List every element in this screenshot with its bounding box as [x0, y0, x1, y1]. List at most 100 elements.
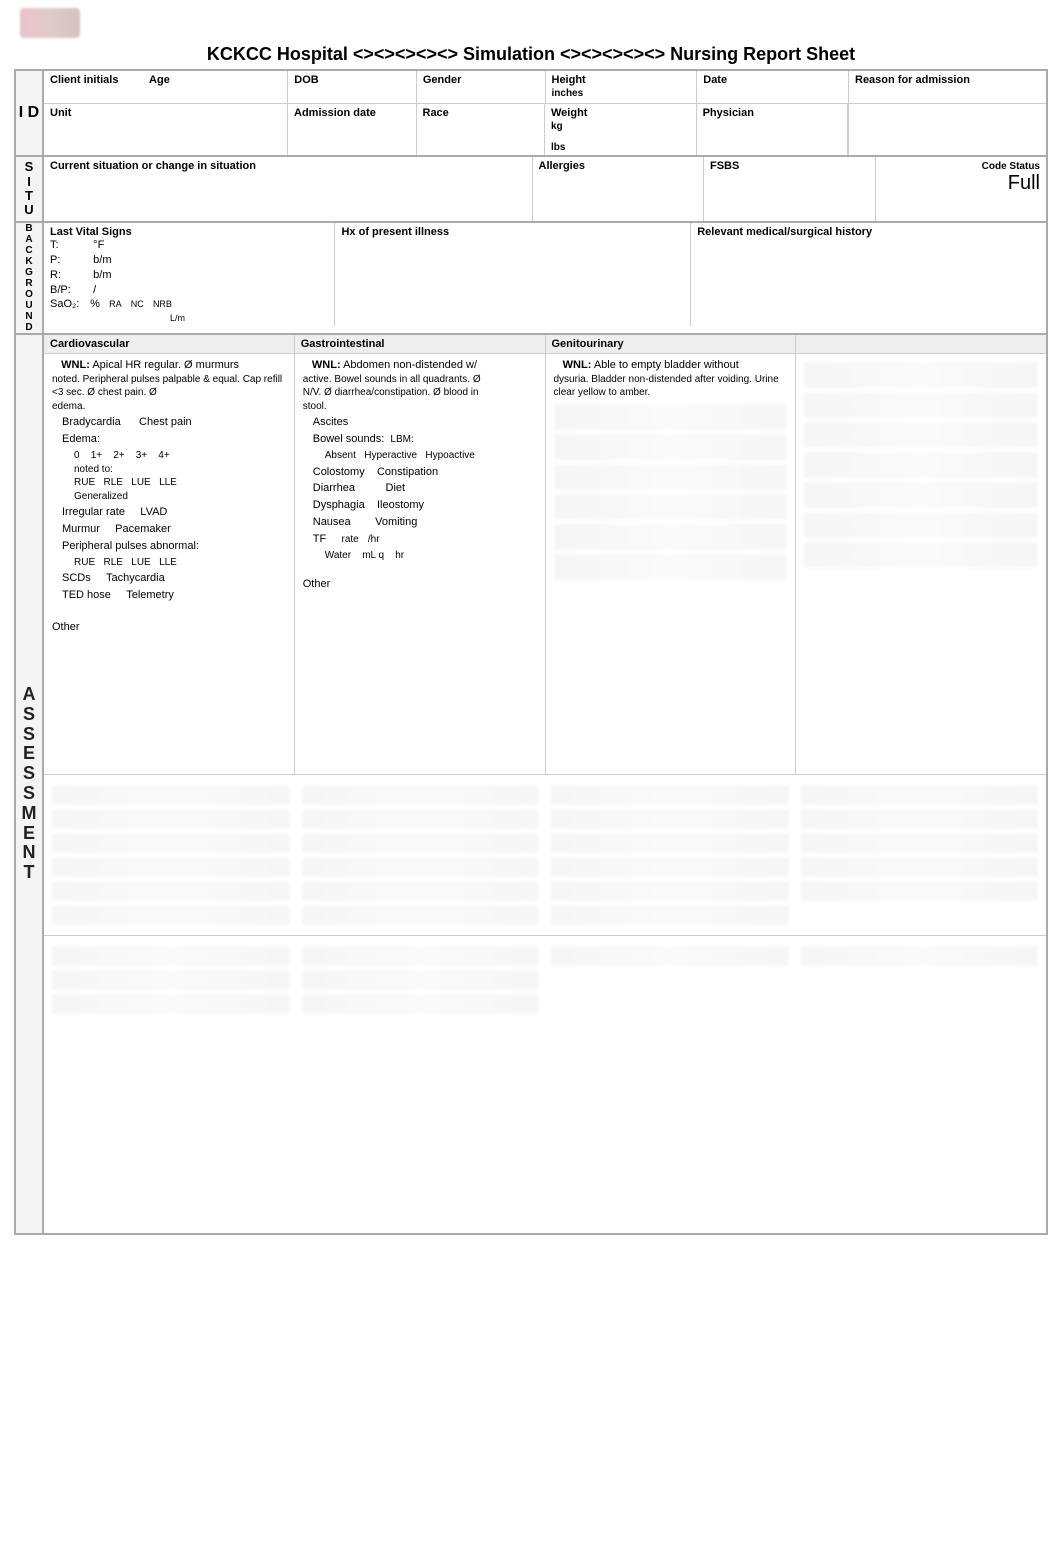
label-race: Race	[423, 107, 449, 119]
bs-hyper: Hyperactive	[364, 450, 417, 461]
label-relevant: Relevant medical/surgical history	[697, 226, 872, 238]
opt-edema: Edema:	[62, 432, 286, 447]
situ-section: SITU Current situation or change in situ…	[16, 155, 1046, 221]
field-dob[interactable]: DOB	[288, 71, 417, 103]
label-height: Height	[552, 74, 586, 86]
pp-rle: RLE	[103, 557, 122, 568]
page-title: KCKCC Hospital <><><><><> Simulation <><…	[0, 38, 1062, 69]
loc-lle: LLE	[159, 477, 177, 488]
label-height-unit: inches	[552, 88, 691, 99]
label-weight-lbs: lbs	[551, 142, 690, 153]
field-last-vitals[interactable]: Last Vital Signs T: °F P: b/m R: b/m B/P…	[44, 223, 335, 326]
label-date: Date	[703, 74, 727, 86]
col-blank[interactable]	[796, 354, 1046, 774]
cv-wnl: Apical HR regular. Ø murmurs	[92, 359, 239, 371]
label-last-vitals: Last Vital Signs	[50, 226, 328, 238]
lower-section-2	[44, 935, 1046, 1075]
redacted-content	[804, 512, 1038, 538]
opt-vomiting: Vomiting	[375, 516, 417, 528]
field-fsbs[interactable]: FSBS	[704, 157, 876, 221]
field-race[interactable]: Race	[417, 104, 546, 155]
label-fsbs: FSBS	[710, 160, 739, 172]
tf-mlq: mL q	[362, 550, 384, 561]
label-physician: Physician	[703, 107, 754, 119]
unit-pulse: b/m	[93, 254, 111, 266]
id-section: I D Client initials Age DOB Gender Heigh…	[16, 69, 1046, 155]
opt-murmur: Murmur	[62, 523, 100, 535]
opt-telemetry: Telemetry	[126, 589, 174, 601]
field-current-situation[interactable]: Current situation or change in situation	[44, 157, 533, 221]
gi-other: Other	[303, 577, 537, 592]
edema-2: 2+	[113, 450, 124, 461]
field-admission-date[interactable]: Admission date	[288, 104, 417, 155]
assessment-section: ASSESSMENT Cardiovascular Gastrointestin…	[16, 333, 1046, 1233]
field-relevant-history[interactable]: Relevant medical/surgical history	[691, 223, 1046, 326]
section-label-id: I D	[16, 71, 44, 155]
label-code-status: Code Status	[982, 161, 1040, 172]
edema-0: 0	[74, 450, 80, 461]
label-admission-date: Admission date	[294, 107, 376, 119]
opt-ted: TED hose	[62, 589, 111, 601]
field-physician[interactable]: Physician	[697, 104, 849, 155]
label-sao2: SaO₂:	[50, 297, 84, 312]
redacted-content	[804, 392, 1038, 418]
gi-wnl2: active. Bowel sounds in all quadrants. Ø	[303, 373, 537, 387]
redacted-content	[554, 554, 788, 580]
tf-rate: rate	[341, 534, 358, 545]
label-unit: Unit	[50, 107, 71, 119]
opt-ileostomy: Ileostomy	[377, 499, 424, 511]
opt-diet: Diet	[386, 482, 406, 494]
field-height[interactable]: Height inches	[546, 71, 698, 103]
field-date[interactable]: Date	[697, 71, 849, 103]
col-gu[interactable]: WNL: Able to empty bladder without dysur…	[546, 354, 797, 774]
label-gender: Gender	[423, 74, 462, 86]
loc-rue: RUE	[74, 477, 95, 488]
label-pulse: P:	[50, 253, 84, 268]
label-hx: Hx of present illness	[341, 226, 449, 238]
redacted-content	[554, 524, 788, 550]
col-header-gi: Gastrointestinal	[295, 335, 546, 354]
redacted-content	[804, 362, 1038, 388]
col-cardiovascular[interactable]: WNL: Apical HR regular. Ø murmurs noted.…	[44, 354, 295, 774]
unit-lm: L/m	[170, 312, 328, 324]
value-code-status: Full	[1008, 172, 1040, 194]
field-allergies[interactable]: Allergies	[533, 157, 705, 221]
pp-lue: LUE	[131, 557, 150, 568]
cv-wnl2: noted. Peripheral pulses palpable & equa…	[52, 373, 286, 400]
field-gender[interactable]: Gender	[417, 71, 546, 103]
edema-1: 1+	[91, 450, 102, 461]
redacted-content	[554, 434, 788, 460]
field-reason-cont[interactable]	[848, 104, 1046, 155]
label-temp: T:	[50, 238, 84, 253]
opt-nc: NC	[131, 299, 144, 309]
loc-rle: RLE	[103, 477, 122, 488]
report-sheet: I D Client initials Age DOB Gender Heigh…	[14, 69, 1048, 1235]
label-weight: Weight	[551, 107, 587, 119]
redacted-content	[554, 464, 788, 490]
logo-image	[20, 8, 80, 38]
label-allergies: Allergies	[539, 160, 585, 172]
loc-generalized: Generalized	[74, 490, 286, 504]
field-hx-illness[interactable]: Hx of present illness	[335, 223, 691, 326]
opt-brady: Bradycardia	[62, 416, 121, 428]
col-gi[interactable]: WNL: Abdomen non-distended w/ active. Bo…	[295, 354, 546, 774]
opt-constipation: Constipation	[377, 466, 438, 478]
opt-tachy: Tachycardia	[106, 572, 165, 584]
gi-wnl4: stool.	[303, 400, 537, 414]
cv-wnl3: edema.	[52, 400, 286, 414]
opt-nausea: Nausea	[313, 516, 351, 528]
field-client-initials[interactable]: Client initials Age	[44, 71, 288, 103]
field-reason[interactable]: Reason for admission	[849, 71, 1046, 103]
label-current-situation: Current situation or change in situation	[50, 160, 256, 172]
field-weight[interactable]: Weight kg lbs	[545, 104, 697, 155]
field-code-status[interactable]: Code Status Full	[876, 157, 1047, 221]
label-client-initials: Client initials	[50, 74, 118, 86]
tf-water: Water	[325, 550, 351, 561]
field-unit[interactable]: Unit	[44, 104, 288, 155]
col-header-cv: Cardiovascular	[44, 335, 295, 354]
redacted-content	[804, 542, 1038, 568]
gi-wnl: Abdomen non-distended w/	[343, 359, 477, 371]
opt-ra: RA	[109, 299, 122, 309]
section-label-background: BACKGROUND	[16, 223, 44, 333]
gi-wnl3: N/V. Ø diarrhea/constipation. Ø blood in	[303, 386, 537, 400]
